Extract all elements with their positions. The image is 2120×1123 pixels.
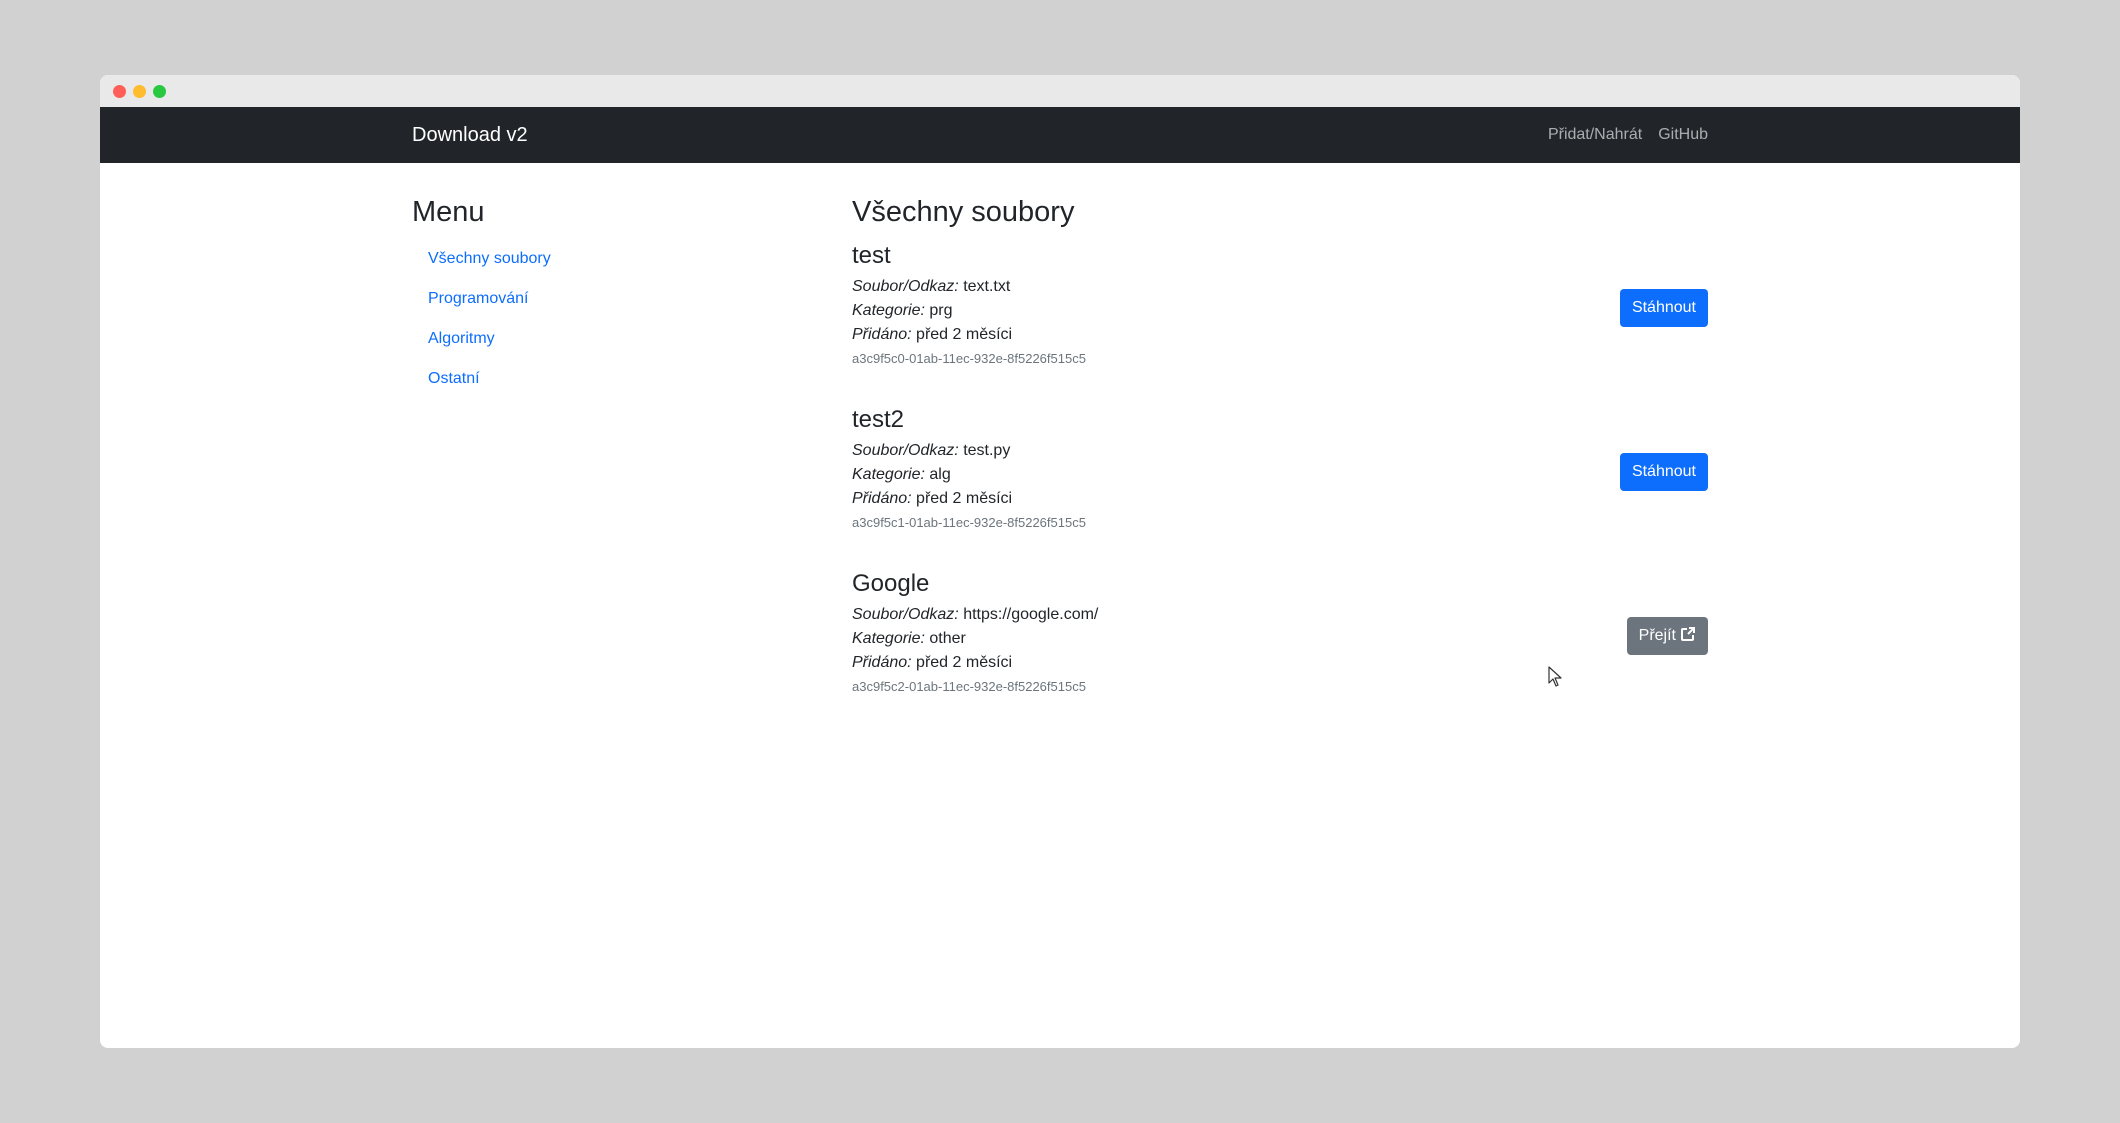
file-category-line: Kategorie: prg (852, 299, 1708, 323)
file-added-value: před 2 měsíci (916, 654, 1013, 671)
open-link-button[interactable]: Přejít (1626, 617, 1708, 655)
sidebar-item-algorithms[interactable]: Algoritmy (412, 319, 812, 359)
file-title: Google (852, 570, 930, 597)
file-added-label: Přidáno: (852, 654, 912, 671)
file-title: test2 (852, 406, 905, 433)
navbar-brand[interactable]: Download v2 (412, 107, 528, 163)
file-category-label: Kategorie: (852, 302, 925, 319)
file-source-value: text.txt (963, 278, 1011, 295)
nav-link-github[interactable]: GitHub (1658, 126, 1708, 144)
minimize-window-button[interactable] (133, 85, 146, 98)
file-source-line: Soubor/Odkaz: text.txt (852, 275, 1708, 299)
file-category-value: other (929, 630, 966, 647)
file-source-value: https://google.com/ (963, 606, 1099, 623)
file-category-label: Kategorie: (852, 630, 925, 647)
page-title: Všechny soubory (852, 196, 1075, 228)
file-source-value: test.py (963, 442, 1011, 459)
download-button[interactable]: Stáhnout (1619, 289, 1708, 327)
sidebar-item-other[interactable]: Ostatní (412, 359, 812, 399)
file-source-line: Soubor/Odkaz: https://google.com/ (852, 603, 1708, 627)
navbar: Download v2 Přidat/Nahrát GitHub (100, 107, 2020, 163)
page-content: Menu Všechny soubory Programování Algori… (412, 163, 1708, 1033)
file-uuid: a3c9f5c0-01ab-11ec-932e-8f5226f515c5 (852, 351, 1086, 366)
file-category-label: Kategorie: (852, 466, 925, 483)
file-item: Google Soubor/Odkaz: https://google.com/… (852, 557, 1708, 721)
file-uuid: a3c9f5c1-01ab-11ec-932e-8f5226f515c5 (852, 515, 1086, 530)
maximize-window-button[interactable] (153, 85, 166, 98)
file-added-line: Přidáno: před 2 měsíci (852, 487, 1708, 511)
sidebar-item-programming[interactable]: Programování (412, 279, 812, 319)
file-source-label: Soubor/Odkaz: (852, 278, 959, 295)
file-added-value: před 2 měsíci (916, 490, 1013, 507)
file-uuid: a3c9f5c2-01ab-11ec-932e-8f5226f515c5 (852, 679, 1086, 694)
file-category-value: prg (929, 302, 953, 319)
file-category-line: Kategorie: alg (852, 463, 1708, 487)
file-source-label: Soubor/Odkaz: (852, 606, 959, 623)
navbar-links: Přidat/Nahrát GitHub (1548, 107, 1708, 163)
file-added-label: Přidáno: (852, 326, 912, 343)
file-source-label: Soubor/Odkaz: (852, 442, 959, 459)
nav-link-add-upload[interactable]: Přidat/Nahrát (1548, 126, 1642, 144)
file-item: test Soubor/Odkaz: text.txt Kategorie: p… (852, 229, 1708, 393)
file-category-line: Kategorie: other (852, 627, 1708, 651)
sidebar-item-all-files[interactable]: Všechny soubory (412, 239, 812, 279)
file-source-line: Soubor/Odkaz: test.py (852, 439, 1708, 463)
file-category-value: alg (929, 466, 951, 483)
download-button[interactable]: Stáhnout (1619, 453, 1708, 491)
main-content: Všechny soubory test Soubor/Odkaz: text.… (852, 163, 1708, 721)
file-added-line: Přidáno: před 2 měsíci (852, 323, 1708, 347)
sidebar: Menu Všechny soubory Programování Algori… (412, 163, 812, 399)
sidebar-title: Menu (412, 196, 485, 228)
file-title: test (852, 242, 891, 269)
external-link-icon (1681, 627, 1695, 641)
file-item: test2 Soubor/Odkaz: test.py Kategorie: a… (852, 393, 1708, 557)
window-titlebar (100, 75, 2020, 107)
sidebar-menu: Všechny soubory Programování Algoritmy O… (412, 239, 812, 399)
file-added-label: Přidáno: (852, 490, 912, 507)
mouse-cursor-icon (1548, 666, 1562, 687)
open-link-label: Přejít (1638, 627, 1676, 644)
file-added-value: před 2 měsíci (916, 326, 1013, 343)
file-added-line: Přidáno: před 2 měsíci (852, 651, 1708, 675)
close-window-button[interactable] (113, 85, 126, 98)
browser-window: Download v2 Přidat/Nahrát GitHub Menu Vš… (100, 75, 2020, 1048)
